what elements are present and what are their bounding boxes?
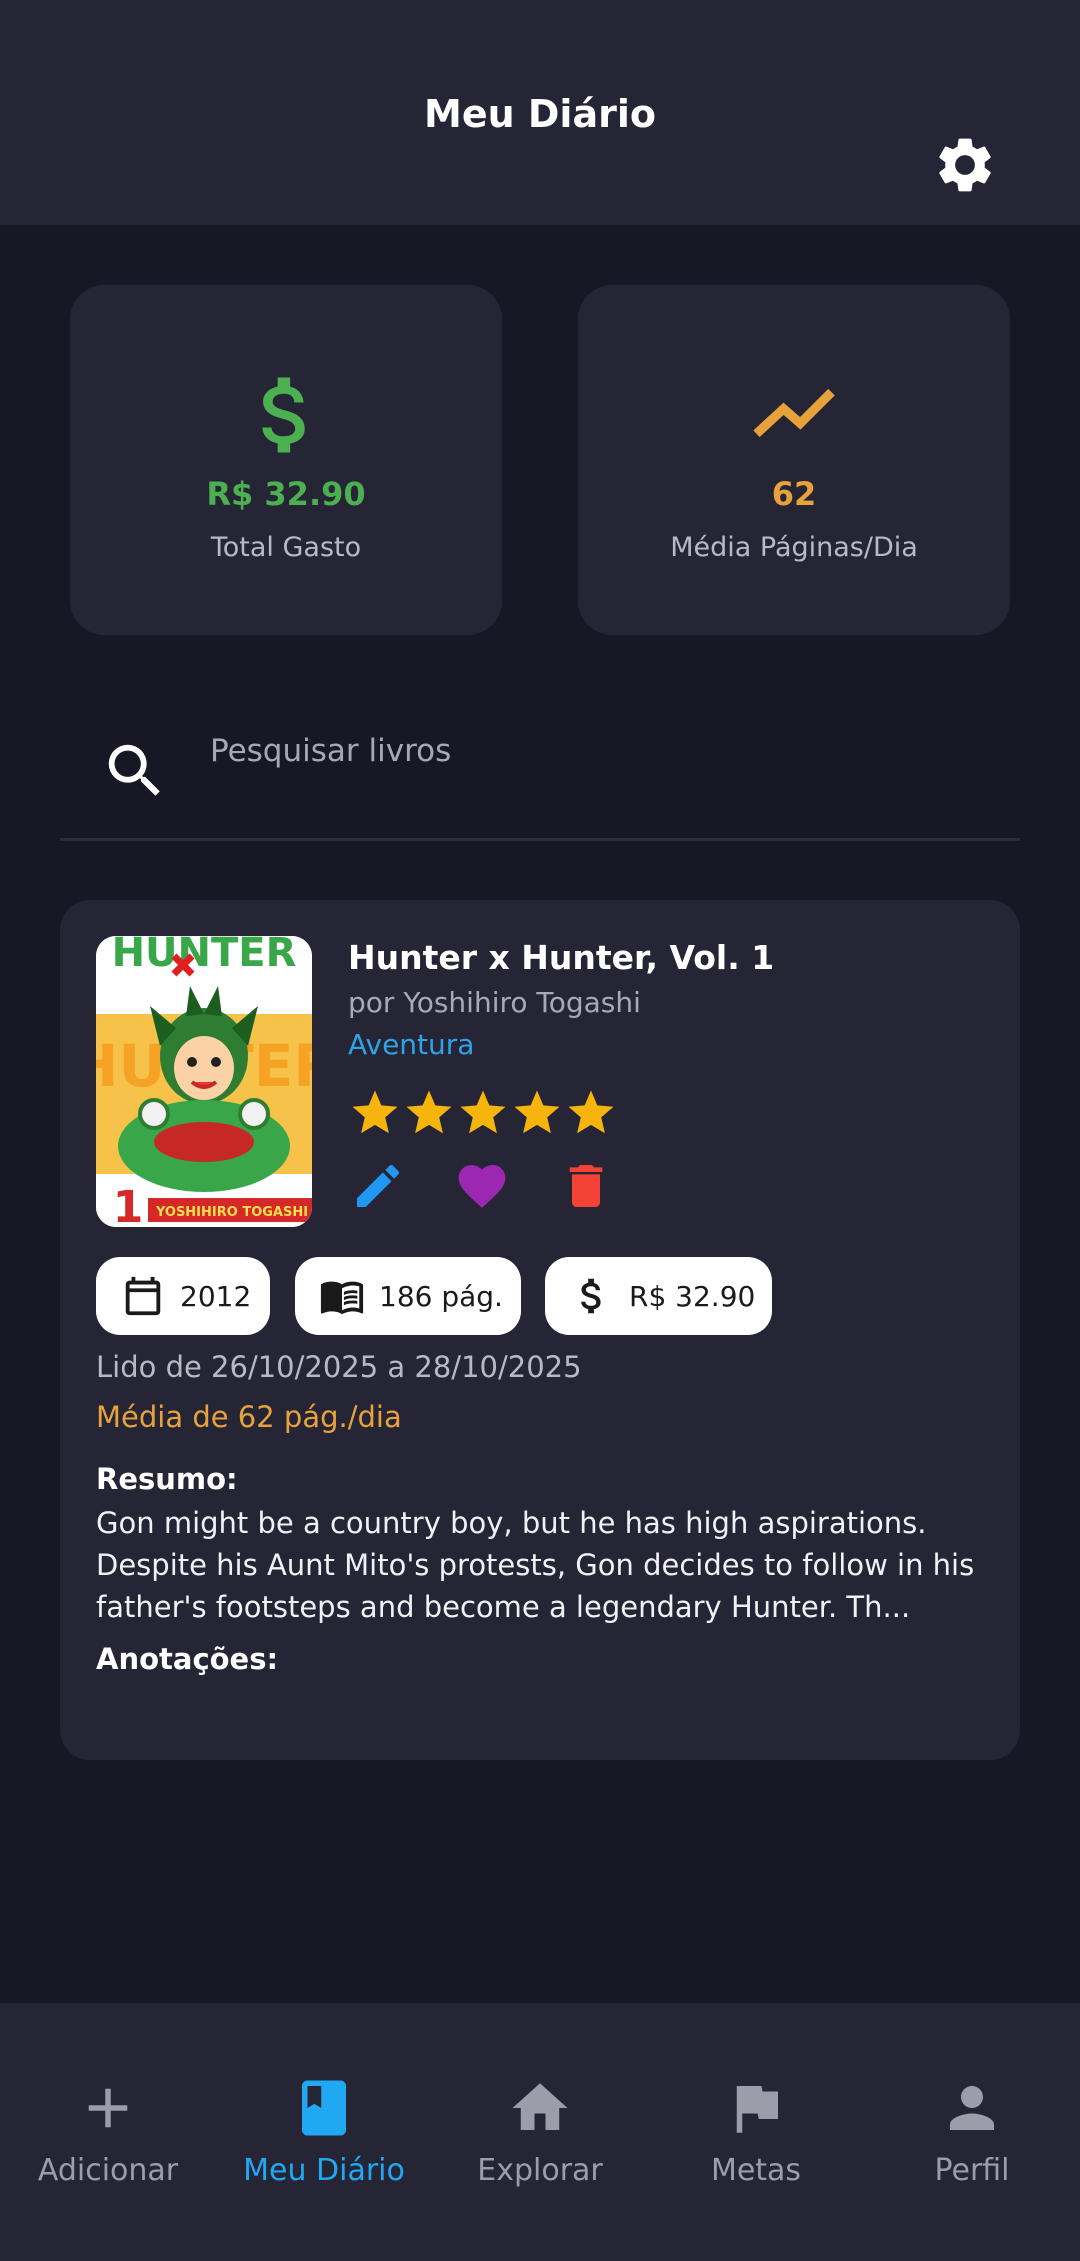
star-icon[interactable]: [510, 1086, 564, 1140]
chip-price-label: R$ 32.90: [629, 1279, 756, 1313]
star-icon[interactable]: [456, 1086, 510, 1140]
calendar-icon: [125, 1276, 161, 1316]
cover-volume-text: 1: [113, 1182, 144, 1227]
star-icon[interactable]: [564, 1086, 618, 1140]
summary-label: Resumo:: [96, 1462, 238, 1496]
book-author: por Yoshihiro Togashi: [348, 986, 641, 1019]
plus-icon: [88, 2088, 128, 2128]
dollar-icon: [262, 377, 305, 453]
person-icon: [950, 2086, 994, 2130]
dollar-icon: [581, 1278, 601, 1314]
stat-card-avg-pages: 62 Média Páginas/Dia: [578, 285, 1010, 635]
nav-item-explorar[interactable]: Explorar: [432, 2003, 648, 2261]
nav-label: Adicionar: [37, 2153, 179, 2188]
edit-icon[interactable]: [350, 1158, 406, 1214]
search-input[interactable]: [208, 720, 972, 782]
home-icon: [512, 2083, 568, 2130]
nav-label: Meu Diário: [243, 2153, 405, 2188]
chip-year[interactable]: 2012: [96, 1257, 270, 1335]
stat-value: R$ 32.90: [206, 475, 366, 513]
stat-card-total-spent: R$ 32.90 Total Gasto: [70, 285, 502, 635]
notes-label: Anotações:: [96, 1642, 279, 1676]
open-book-icon: [320, 1281, 364, 1315]
app-bar: Meu Diário: [0, 0, 1080, 225]
summary-text: Gon might be a country boy, but he has h…: [96, 1506, 975, 1624]
chip-pages[interactable]: 186 pág.: [295, 1257, 521, 1335]
avg-pages-per-day: Média de 62 pág./dia: [96, 1400, 402, 1434]
trending-up-icon: [753, 388, 835, 438]
nav-item-adicionar[interactable]: Adicionar: [0, 2003, 216, 2261]
star-rating: [348, 1086, 618, 1140]
book-title: Hunter x Hunter, Vol. 1: [348, 938, 775, 977]
nav-label: Perfil: [934, 2153, 1010, 2188]
stat-label: Total Gasto: [210, 532, 362, 563]
flag-icon: [736, 2086, 778, 2133]
nav-item-perfil[interactable]: Perfil: [864, 2003, 1080, 2261]
chip-year-label: 2012: [180, 1279, 252, 1313]
nav-item-meu-diario[interactable]: Meu Diário: [216, 2003, 432, 2261]
nav-label: Explorar: [477, 2153, 603, 2188]
cover-title-text: HUNTER: [112, 936, 297, 976]
star-icon[interactable]: [348, 1086, 402, 1140]
cover-author-text: YOSHIHIRO TOGASHI: [155, 1205, 308, 1220]
stat-value: 62: [771, 475, 817, 513]
heart-icon[interactable]: [454, 1158, 510, 1214]
search-icon: [108, 744, 160, 796]
read-dates: Lido de 26/10/2025 a 28/10/2025: [96, 1350, 582, 1384]
book-icon: [302, 2080, 346, 2136]
chip-pages-label: 186 pág.: [379, 1279, 503, 1313]
search-bar: [60, 700, 1020, 841]
star-icon[interactable]: [402, 1086, 456, 1140]
chip-price[interactable]: R$ 32.90: [545, 1257, 772, 1335]
stat-label: Média Páginas/Dia: [670, 532, 918, 563]
book-cover[interactable]: HUNTER HUNTER 1 YOSHIHIRO TOGASHI: [96, 936, 312, 1227]
bottom-nav: Adicionar Meu Diário Explorar Metas Perf…: [0, 2003, 1080, 2261]
book-cover-art: HUNTER HUNTER 1 YOSHIHIRO TOGASHI: [96, 936, 312, 1227]
book-card[interactable]: HUNTER HUNTER 1 YOSHIHIRO TOGASHI Hunter…: [60, 900, 1020, 1760]
page-title: Meu Diário: [424, 92, 656, 136]
trash-icon[interactable]: [558, 1158, 614, 1214]
book-genre: Aventura: [348, 1028, 475, 1061]
nav-label: Metas: [710, 2153, 802, 2188]
nav-item-metas[interactable]: Metas: [648, 2003, 864, 2261]
gear-icon[interactable]: [932, 132, 998, 198]
